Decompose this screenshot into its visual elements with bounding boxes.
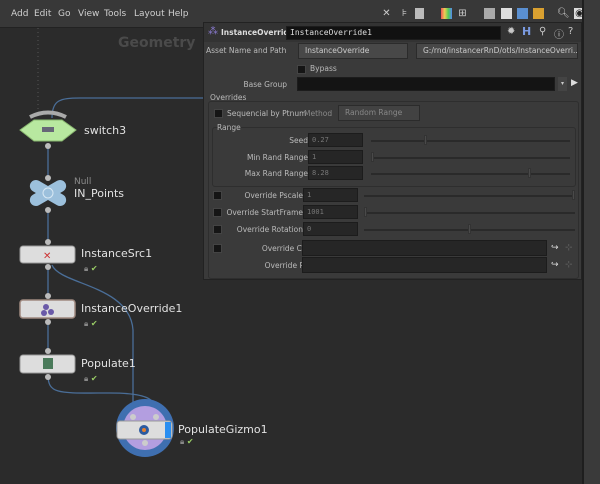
max-slider[interactable] bbox=[371, 173, 570, 175]
asset-name-dropdown[interactable]: InstanceOverride bbox=[298, 43, 408, 59]
wire-src-gizmo bbox=[51, 264, 134, 412]
lock-icon[interactable]: 🔒︎ ✔ bbox=[180, 437, 194, 447]
sequencial-checkbox[interactable] bbox=[214, 109, 223, 118]
bypass-checkbox[interactable] bbox=[297, 65, 306, 74]
pscale-slider[interactable] bbox=[364, 195, 575, 197]
parameter-panel: ⁂ InstanceOverride InstanceOverride1 ✹ H… bbox=[203, 22, 582, 280]
min-label: Min Rand Range bbox=[246, 153, 308, 162]
node-name-field[interactable]: InstanceOverride1 bbox=[286, 26, 501, 40]
startframe-field[interactable]: 1001 bbox=[303, 205, 358, 219]
panel-header: ⁂ InstanceOverride InstanceOverride1 ✹ H… bbox=[204, 23, 581, 42]
help-h-icon[interactable]: H bbox=[522, 25, 531, 38]
node-label-populategizmo1: PopulateGizmo1 bbox=[178, 423, 268, 436]
search-icon[interactable]: ⚲ bbox=[539, 26, 546, 37]
lock-icon[interactable]: 🔒︎ ✔ bbox=[84, 264, 98, 274]
startframe-slider[interactable] bbox=[364, 212, 575, 214]
node-label-in-points: IN_Points bbox=[74, 187, 125, 200]
max-label: Max Rand Range bbox=[244, 169, 308, 178]
svg-text:✕: ✕ bbox=[43, 251, 51, 262]
max-slider-handle[interactable] bbox=[527, 168, 531, 178]
bypass-label: Bypass bbox=[310, 64, 337, 73]
base-group-menu[interactable]: ▾ bbox=[558, 77, 567, 91]
pscale-field[interactable]: 1 bbox=[303, 188, 358, 202]
wire-switch-input bbox=[51, 97, 203, 119]
info-icon[interactable]: ⓘ bbox=[554, 26, 564, 41]
proxy-file-chooser-icon[interactable]: ↪ bbox=[551, 260, 559, 270]
seed-label: Seed bbox=[289, 136, 308, 145]
node-type-null: Null bbox=[74, 177, 92, 187]
node-populate1[interactable] bbox=[19, 348, 76, 380]
seed-slider-handle[interactable] bbox=[423, 135, 427, 145]
status-ok-icon: ✔ bbox=[90, 374, 98, 383]
select-arrow-icon[interactable]: ▶ bbox=[571, 78, 578, 88]
pscale-label: Override Pscale bbox=[244, 191, 303, 200]
proxy-input[interactable] bbox=[302, 257, 547, 273]
node-in-points[interactable] bbox=[28, 175, 69, 213]
node-label-instancesrc1: InstanceSrc1 bbox=[81, 247, 153, 260]
base-group-input[interactable] bbox=[297, 77, 555, 91]
lock-icon[interactable]: 🔒︎ ✔ bbox=[84, 374, 98, 384]
seed-slider[interactable] bbox=[371, 140, 570, 142]
startframe-label: Override StartFrame bbox=[226, 208, 303, 217]
node-populategizmo1[interactable] bbox=[116, 399, 174, 457]
min-field[interactable]: 1 bbox=[308, 150, 363, 164]
proxy-node-chooser-icon[interactable]: ⊹ bbox=[565, 260, 573, 270]
node-type-icon: ⁂ bbox=[208, 26, 218, 37]
status-ok-icon: ✔ bbox=[90, 264, 98, 273]
node-instanceoverride1[interactable] bbox=[19, 293, 76, 325]
question-icon[interactable]: ? bbox=[568, 26, 573, 37]
method-dropdown[interactable]: Random Range bbox=[338, 105, 420, 121]
cache-input[interactable] bbox=[302, 240, 547, 256]
status-ok-icon: ✔ bbox=[90, 319, 98, 328]
range-heading: Range bbox=[217, 123, 241, 132]
node-instancesrc1[interactable]: ✕ bbox=[19, 239, 76, 270]
min-slider[interactable] bbox=[371, 157, 570, 159]
base-group-label: Base Group bbox=[243, 80, 287, 89]
pscale-slider-handle[interactable] bbox=[572, 190, 575, 200]
node-type-label: InstanceOverride bbox=[221, 28, 294, 37]
node-label-populate1: Populate1 bbox=[81, 357, 136, 370]
startframe-slider-handle[interactable] bbox=[364, 207, 367, 217]
node-switch3[interactable] bbox=[19, 110, 77, 150]
min-slider-handle[interactable] bbox=[371, 152, 374, 162]
rotation-slider-handle[interactable] bbox=[468, 224, 471, 234]
seed-field[interactable]: 0.27 bbox=[308, 133, 363, 147]
asset-path-dropdown[interactable]: G:/rnd/instancerRnD/otls/InstanceOverri.… bbox=[416, 43, 578, 59]
lock-icon[interactable]: 🔒︎ ✔ bbox=[84, 319, 98, 329]
node-label-switch3: switch3 bbox=[84, 124, 127, 137]
rotation-field[interactable]: 0 bbox=[303, 222, 358, 236]
method-label: Method bbox=[304, 109, 333, 118]
gear-icon[interactable]: ✹ bbox=[507, 26, 515, 37]
rotation-label: Override Rotation bbox=[236, 225, 303, 234]
asset-label: Asset Name and Path bbox=[206, 46, 287, 55]
cache-file-chooser-icon[interactable]: ↪ bbox=[551, 243, 559, 253]
cache-node-chooser-icon[interactable]: ⊹ bbox=[565, 243, 573, 253]
sequencial-label: Sequencial by Ptnum bbox=[227, 109, 307, 118]
node-label-instanceoverride1: InstanceOverride1 bbox=[81, 302, 183, 315]
status-ok-icon: ✔ bbox=[186, 437, 194, 446]
max-field[interactable]: 8.28 bbox=[308, 166, 363, 180]
